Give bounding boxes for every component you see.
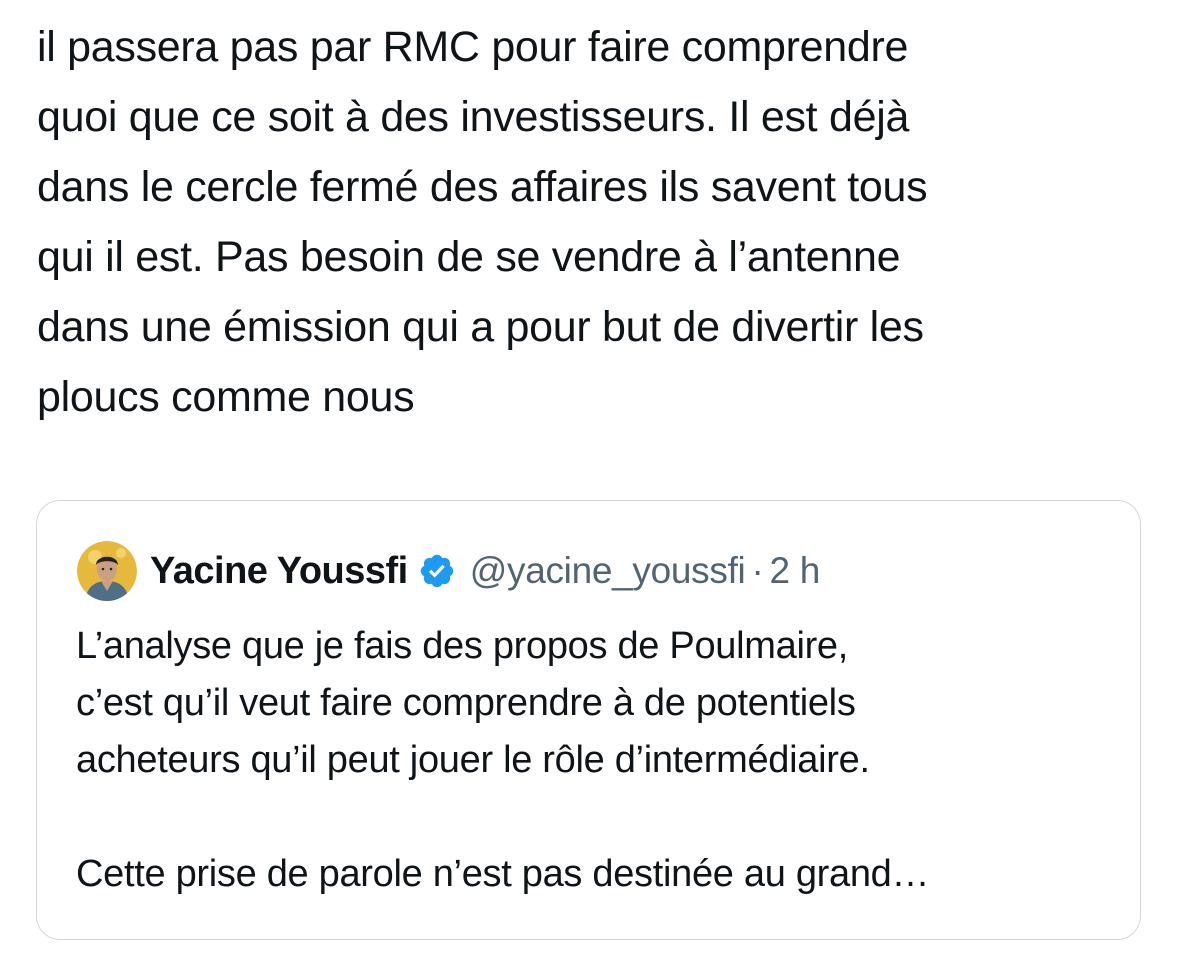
tweet-text-line: il passera pas par RMC pour faire compre… [37, 23, 909, 71]
author-handle[interactable]: @yacine_youssfi [470, 550, 746, 592]
tweet-text-line: dans une émission qui a pour but de dive… [37, 303, 924, 351]
tweet-text-line: ploucs comme nous [37, 373, 415, 421]
tweet-text: il passera pas par RMC pour faire compre… [37, 12, 1147, 432]
author-name[interactable]: Yacine Youssfi [150, 550, 408, 593]
quoted-tweet-text-line: acheteurs qu’il peut jouer le rôle d’int… [76, 739, 870, 781]
separator-dot: · [751, 550, 764, 591]
quoted-tweet-text: L’analyse que je fais des propos de Poul… [76, 618, 1116, 903]
tweet-text-line: dans le cercle fermé des affaires ils sa… [37, 163, 928, 211]
avatar[interactable] [77, 541, 137, 601]
quoted-tweet-card[interactable]: Yacine Youssfi @yacine_youssfi · 2 h L’a… [36, 500, 1141, 940]
timestamp[interactable]: 2 h [770, 550, 821, 592]
verified-badge-icon [418, 552, 456, 590]
quoted-tweet-text-truncated: Cette prise de parole n’est pas destinée… [76, 853, 930, 895]
tweet-text-line: quoi que ce soit à des investisseurs. Il… [37, 93, 910, 141]
tweet-text-line: qui il est. Pas besoin de se vendre à l’… [37, 233, 901, 281]
quoted-tweet-text-line: L’analyse que je fais des propos de Poul… [76, 625, 849, 667]
quoted-tweet-header: Yacine Youssfi @yacine_youssfi · 2 h [77, 541, 820, 601]
quoted-tweet-text-line: c’est qu’il veut faire comprendre à de p… [76, 682, 856, 724]
